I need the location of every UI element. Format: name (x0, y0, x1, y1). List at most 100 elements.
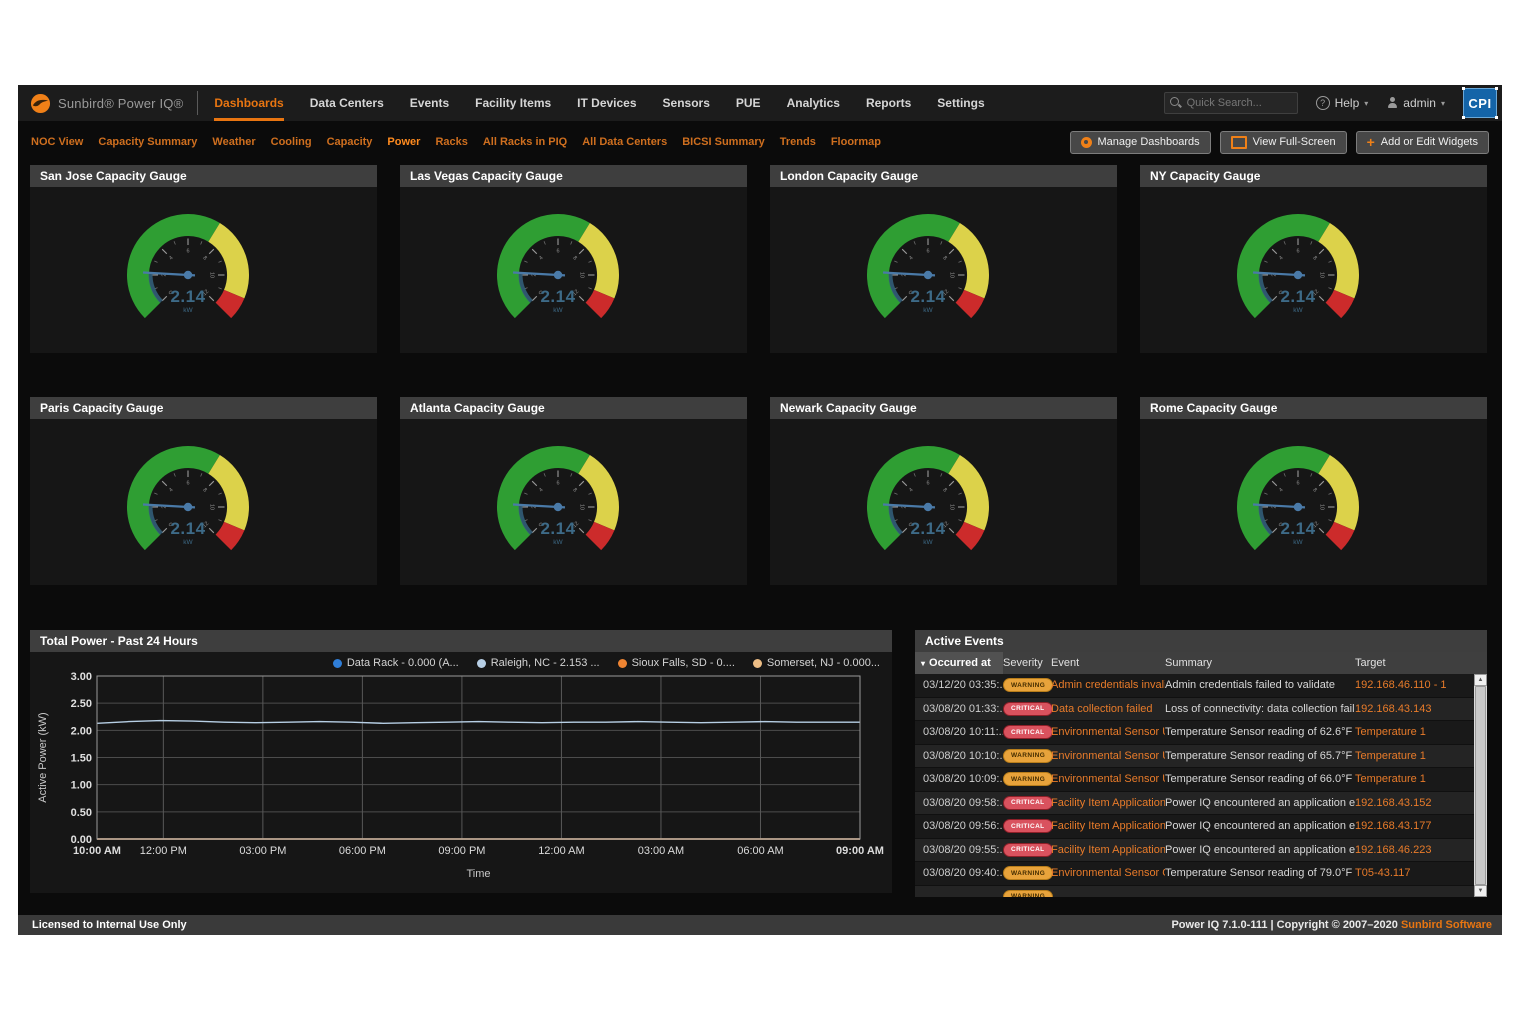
topnav-item-events[interactable]: Events (410, 85, 449, 121)
subnav-link-all-data-centers[interactable]: All Data Centers (582, 136, 667, 148)
subnav-link-floormap[interactable]: Floormap (831, 136, 881, 148)
severity-badge: WARNING (1003, 749, 1053, 763)
event-name-link[interactable]: Facility Item Application ... (1051, 844, 1165, 856)
subnav-link-power[interactable]: Power (387, 136, 420, 148)
event-occurred-at: 03/08/20 10:09:... (915, 773, 1003, 785)
topnav-item-analytics[interactable]: Analytics (787, 85, 840, 121)
column-header-summary[interactable]: Summary (1165, 657, 1355, 669)
event-name-link[interactable]: Environmental Sensor O... (1051, 867, 1165, 879)
gauge-svg: 0246810122.14kW (400, 419, 747, 585)
search-input[interactable] (1185, 93, 1295, 113)
capacity-gauge: 0246810122.14kW (770, 187, 1117, 353)
event-name-link[interactable]: Data collection failed (1051, 703, 1165, 715)
event-table-row[interactable]: 03/12/20 03:35:... WARNING Admin credent… (915, 674, 1474, 698)
gauge-needle-hub (1294, 503, 1302, 511)
event-target-link[interactable]: Temperature 1 (1355, 773, 1474, 785)
event-severity: CRITICAL (1003, 796, 1051, 810)
event-name-link[interactable]: Facility Item Application ... (1051, 797, 1165, 809)
view-fullscreen-button[interactable]: View Full-Screen (1220, 131, 1347, 154)
subnav-link-cooling[interactable]: Cooling (271, 136, 312, 148)
subnav-link-capacity[interactable]: Capacity (327, 136, 373, 148)
event-severity: WARNING (1003, 772, 1051, 786)
event-table-row[interactable]: 03/08/20 10:11:... CRITICAL Environmenta… (915, 721, 1474, 745)
event-table-row[interactable]: 03/08/20 09:55:... CRITICAL Facility Ite… (915, 839, 1474, 863)
event-table-row[interactable]: 03/08/20 10:10:... WARNING Environmental… (915, 745, 1474, 769)
gauge-band (584, 464, 608, 526)
event-target-link[interactable]: Temperature 1 (1355, 750, 1474, 762)
capacity-gauge: 0246810122.14kW (400, 187, 747, 353)
gauge-band (954, 232, 978, 294)
topnav-item-facility-items[interactable]: Facility Items (475, 85, 551, 121)
event-table-row[interactable]: 03/08/20 01:33:... CRITICAL Data collect… (915, 698, 1474, 722)
column-header-occurred-at[interactable]: ▾Occurred at (915, 652, 1003, 674)
event-target-link[interactable]: 192.168.46.110 - 1 (1355, 679, 1474, 691)
user-icon (1386, 97, 1398, 109)
subnav-link-bicsi-summary[interactable]: BICSI Summary (682, 136, 765, 148)
scroll-up-icon[interactable]: ▲ (1474, 674, 1487, 686)
event-severity: CRITICAL (1003, 725, 1051, 739)
subnav-link-all-racks-in-piq[interactable]: All Racks in PIQ (483, 136, 567, 148)
topnav-item-sensors[interactable]: Sensors (663, 85, 710, 121)
event-name-link[interactable]: Admin credentials invalid (1051, 679, 1165, 691)
topnav-item-data-centers[interactable]: Data Centers (310, 85, 384, 121)
event-table-row[interactable]: 03/08/20 09:58:... CRITICAL Facility Ite… (915, 792, 1474, 816)
event-target-link[interactable]: 192.168.43.143 (1355, 703, 1474, 715)
event-summary: Temperature Sensor reading of 62.6°F is … (1165, 726, 1355, 738)
column-header-severity[interactable]: Severity (1003, 657, 1051, 669)
gauge-value: 2.14 (910, 287, 945, 306)
svg-text:10: 10 (949, 504, 955, 510)
column-header-target[interactable]: Target (1355, 657, 1487, 669)
topnav-item-reports[interactable]: Reports (866, 85, 911, 121)
manage-dashboards-button[interactable]: Manage Dashboards (1070, 131, 1211, 154)
gauge-unit: kW (923, 307, 933, 314)
subnav-link-capacity-summary[interactable]: Capacity Summary (98, 136, 197, 148)
event-name-link[interactable]: Environmental Sensor U... (1051, 773, 1165, 785)
help-menu[interactable]: ? Help ▾ (1316, 96, 1369, 110)
event-target-link[interactable]: 192.168.46.223 (1355, 844, 1474, 856)
event-table-row[interactable]: WARNING (915, 886, 1474, 898)
topnav-item-dashboards[interactable]: Dashboards (214, 85, 283, 121)
subnav-link-trends[interactable]: Trends (780, 136, 816, 148)
event-table-row[interactable]: 03/08/20 10:09:... WARNING Environmental… (915, 768, 1474, 792)
user-menu[interactable]: admin ▾ (1386, 96, 1445, 110)
event-target-link[interactable]: Temperature 1 (1355, 726, 1474, 738)
gauge-svg: 0246810122.14kW (770, 419, 1117, 585)
event-summary: Power IQ encountered an application erro… (1165, 844, 1355, 856)
svg-text:8: 8 (571, 487, 577, 493)
footer: Licensed to Internal Use Only Power IQ 7… (18, 915, 1502, 935)
sunbird-software-link[interactable]: Sunbird Software (1401, 919, 1492, 931)
subnav-link-racks[interactable]: Racks (435, 136, 467, 148)
severity-badge: CRITICAL (1003, 702, 1053, 716)
event-name-link[interactable]: Environmental Sensor U... (1051, 750, 1165, 762)
gauge-panel-san-jose-capacity-gauge: San Jose Capacity Gauge 0246810122.14kW (30, 165, 377, 353)
subnav-link-noc-view[interactable]: NOC View (31, 136, 83, 148)
gauge-needle-hub (1294, 271, 1302, 279)
event-target-link[interactable]: 192.168.43.177 (1355, 820, 1474, 832)
dashboard-links: NOC View Capacity Summary Weather Cooling Ca… (31, 136, 881, 148)
event-target-link[interactable]: 192.168.43.152 (1355, 797, 1474, 809)
column-header-event[interactable]: Event (1051, 657, 1165, 669)
add-edit-widgets-button[interactable]: + Add or Edit Widgets (1356, 131, 1489, 154)
svg-text:6: 6 (186, 249, 189, 255)
cpi-logo[interactable]: CPI (1463, 88, 1497, 118)
severity-badge: CRITICAL (1003, 725, 1053, 739)
event-target-link[interactable]: T05-43.117 (1355, 867, 1474, 879)
gauge-needle-hub (924, 271, 932, 279)
scroll-down-icon[interactable]: ▼ (1474, 885, 1487, 897)
gauge-panel-atlanta-capacity-gauge: Atlanta Capacity Gauge 0246810122.14kW (400, 397, 747, 585)
event-name-link[interactable]: Environmental Sensor U... (1051, 726, 1165, 738)
event-table-row[interactable]: 03/08/20 09:40:... WARNING Environmental… (915, 862, 1474, 886)
event-table-row[interactable]: 03/08/20 09:56:... CRITICAL Facility Ite… (915, 815, 1474, 839)
svg-text:4: 4 (1278, 487, 1284, 493)
topnav-item-pue[interactable]: PUE (736, 85, 761, 121)
capacity-gauge: 0246810122.14kW (30, 419, 377, 585)
app-window: Sunbird® Power IQ® DashboardsData Center… (18, 85, 1502, 935)
topnav-item-it-devices[interactable]: IT Devices (577, 85, 636, 121)
scrollbar-thumb[interactable] (1475, 686, 1486, 885)
subnav-link-weather[interactable]: Weather (212, 136, 255, 148)
svg-text:09:00 AM: 09:00 AM (836, 845, 884, 857)
scrollbar[interactable]: ▲ ▼ (1474, 674, 1487, 897)
topnav-item-settings[interactable]: Settings (937, 85, 984, 121)
event-name-link[interactable]: Facility Item Application ... (1051, 820, 1165, 832)
gauge-value: 2.14 (1280, 287, 1315, 306)
